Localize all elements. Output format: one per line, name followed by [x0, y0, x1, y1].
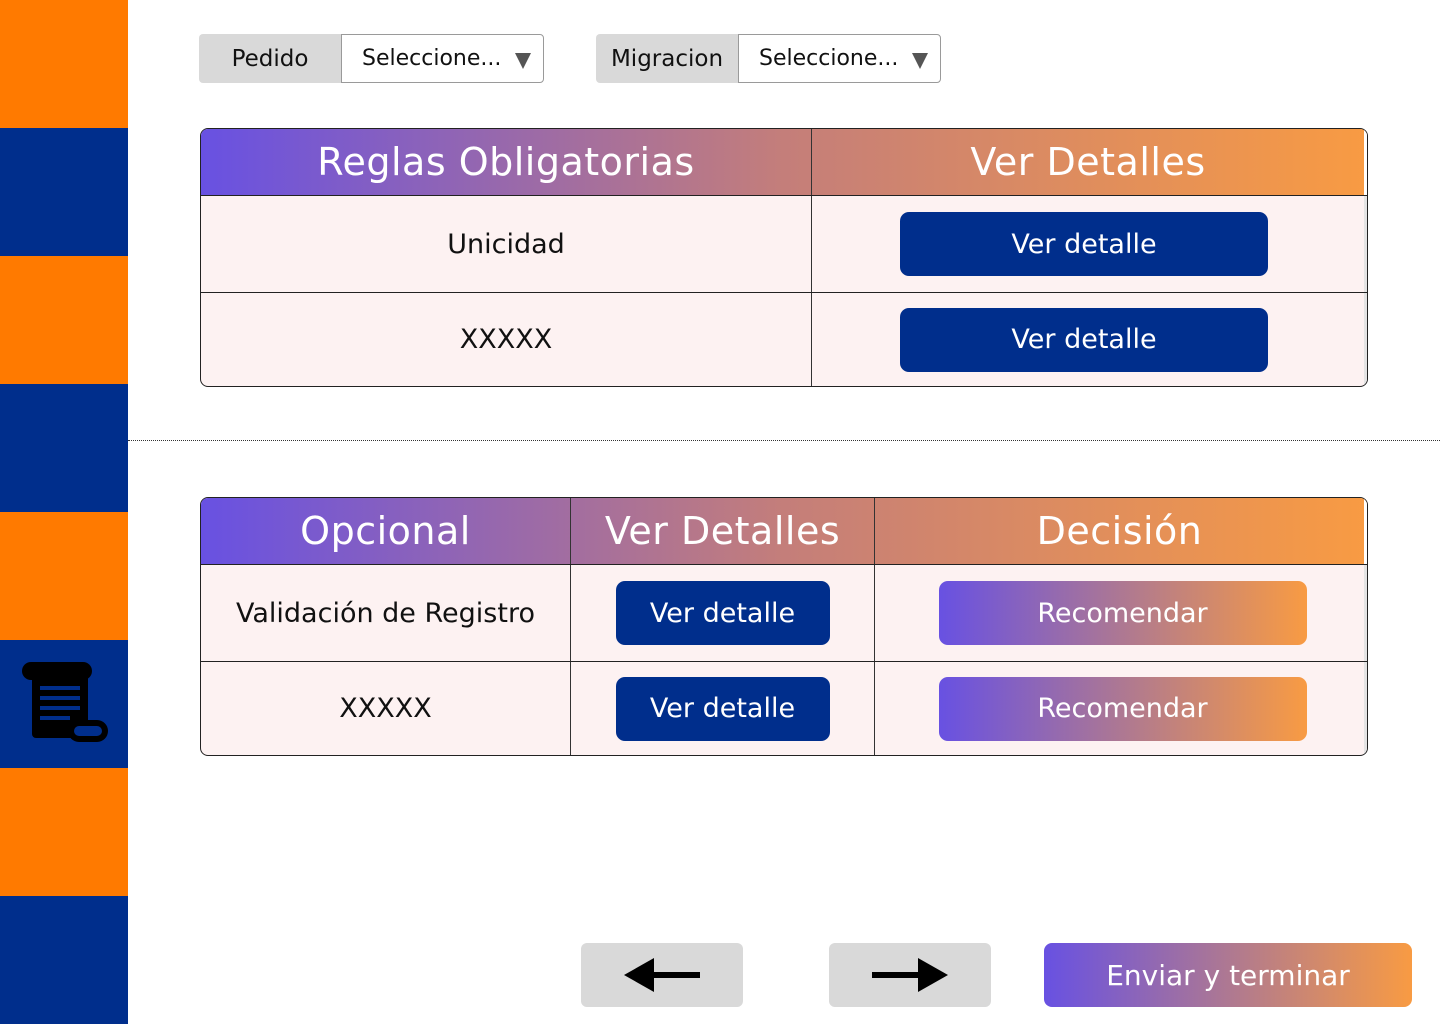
- mandatory-rules-table: Reglas Obligatorias Ver Detalles Unicida…: [200, 128, 1368, 387]
- rule-name: XXXXX: [201, 293, 812, 386]
- sidebar-block[interactable]: [0, 0, 128, 128]
- migracion-select-value: Seleccione...: [759, 46, 899, 71]
- table-row: XXXXX Ver detalle: [201, 293, 1367, 386]
- details-cell: Ver detalle: [571, 662, 875, 755]
- recommend-button[interactable]: Recomendar: [938, 676, 1307, 741]
- sidebar-block[interactable]: [0, 768, 128, 896]
- details-cell: Ver detalle: [812, 293, 1367, 386]
- table-row: XXXXX Ver detalle Recomendar: [201, 662, 1367, 755]
- table-header: Opcional Ver Detalles Decisión: [201, 498, 1367, 565]
- arrow-right-icon: [872, 958, 948, 992]
- sidebar-block[interactable]: [0, 896, 128, 1024]
- pedido-select[interactable]: Seleccione...: [341, 34, 544, 83]
- rule-name: Unicidad: [201, 196, 812, 292]
- arrow-left-icon: [624, 958, 700, 992]
- rule-name: Validación de Registro: [201, 565, 571, 661]
- view-detail-button[interactable]: Ver detalle: [900, 212, 1268, 276]
- sidebar-block[interactable]: [0, 256, 128, 384]
- view-detail-button[interactable]: Ver detalle: [615, 676, 830, 741]
- table-row: Validación de Registro Ver detalle Recom…: [201, 565, 1367, 662]
- submit-finish-button[interactable]: Enviar y terminar: [1044, 943, 1412, 1007]
- chevron-down-icon: [912, 53, 928, 69]
- migracion-label: Migracion: [596, 34, 738, 83]
- recommend-button[interactable]: Recomendar: [938, 581, 1307, 645]
- next-button[interactable]: [829, 943, 991, 1007]
- decision-cell: Recomendar: [875, 565, 1367, 661]
- details-cell: Ver detalle: [571, 565, 875, 661]
- optional-rules-table: Opcional Ver Detalles Decisión Validació…: [200, 497, 1368, 756]
- header-decision: Decisión: [875, 498, 1367, 564]
- pedido-filter: Pedido Seleccione...: [199, 34, 544, 83]
- migracion-select[interactable]: Seleccione...: [738, 34, 941, 83]
- table-row: Unicidad Ver detalle: [201, 196, 1367, 293]
- view-detail-button[interactable]: Ver detalle: [900, 307, 1268, 372]
- header-optional: Opcional: [201, 498, 571, 564]
- sidebar: [0, 0, 128, 1024]
- sidebar-block[interactable]: [0, 512, 128, 640]
- migracion-filter: Migracion Seleccione...: [596, 34, 941, 83]
- back-button[interactable]: [581, 943, 743, 1007]
- sidebar-block[interactable]: [0, 128, 128, 256]
- sidebar-block[interactable]: [0, 384, 128, 512]
- header-rules: Reglas Obligatorias: [201, 129, 812, 195]
- details-cell: Ver detalle: [812, 196, 1367, 292]
- pedido-select-value: Seleccione...: [362, 46, 502, 71]
- section-divider: [128, 440, 1440, 441]
- table-header: Reglas Obligatorias Ver Detalles: [201, 129, 1367, 196]
- scroll-icon[interactable]: [18, 660, 110, 746]
- decision-cell: Recomendar: [875, 662, 1367, 755]
- view-detail-button[interactable]: Ver detalle: [615, 581, 830, 645]
- pedido-label: Pedido: [199, 34, 341, 83]
- rule-name: XXXXX: [201, 662, 571, 755]
- chevron-down-icon: [515, 53, 531, 69]
- header-details: Ver Detalles: [571, 498, 875, 564]
- header-details: Ver Detalles: [812, 129, 1367, 195]
